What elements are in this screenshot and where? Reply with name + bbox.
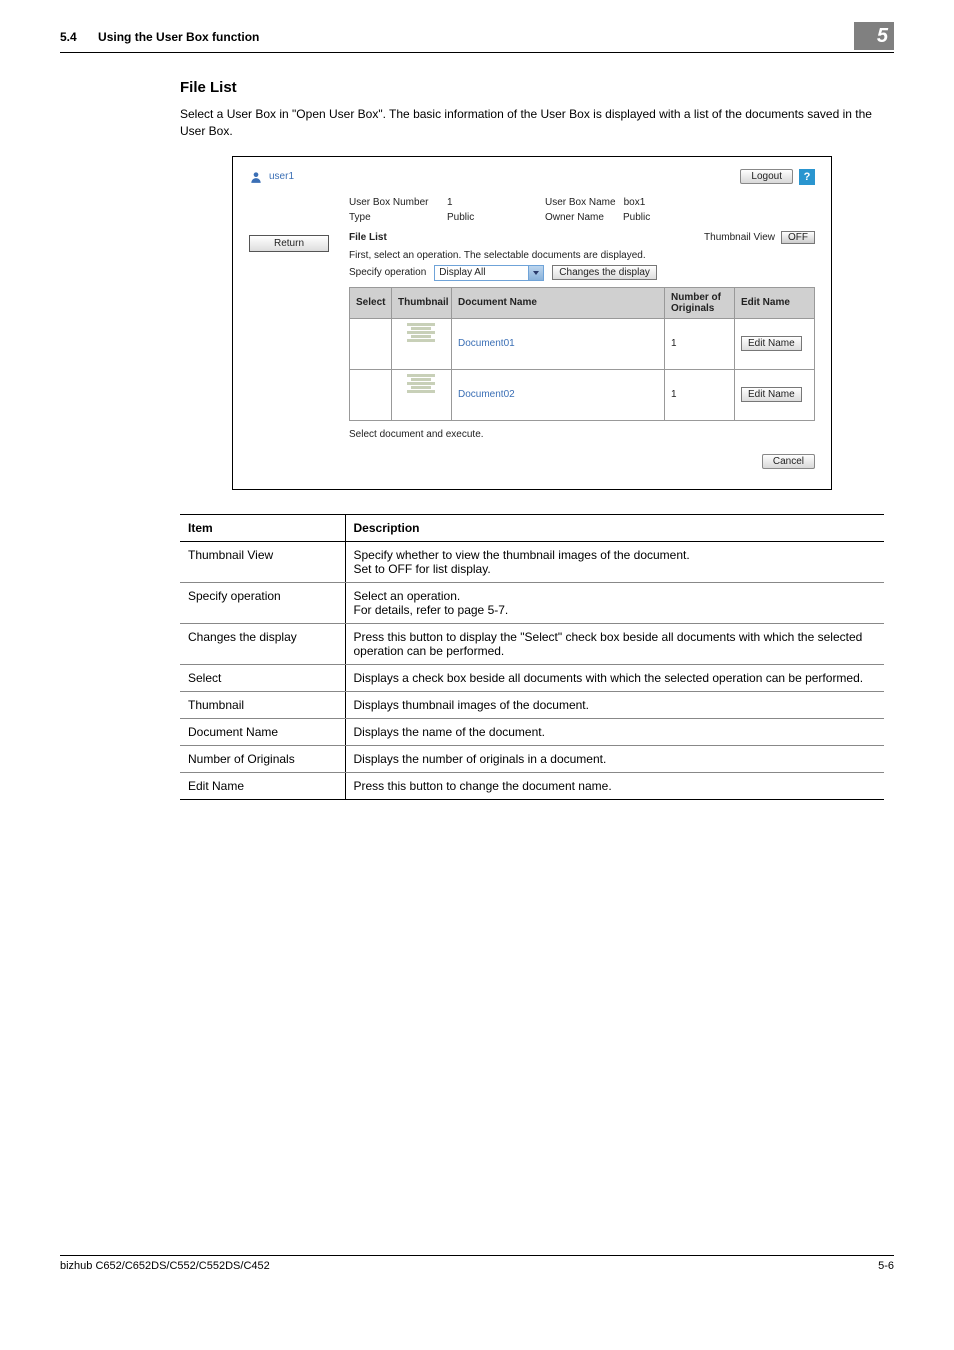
table-row: Document01 1 Edit Name	[350, 318, 815, 369]
desc-text: Specify whether to view the thumbnail im…	[345, 541, 884, 582]
cancel-button[interactable]: Cancel	[762, 454, 815, 469]
boxname-label: User Box Name	[545, 197, 616, 208]
desc-row: Edit NamePress this button to change the…	[180, 772, 884, 799]
boxnum-label: User Box Number	[349, 197, 439, 208]
chevron-down-icon	[533, 271, 539, 275]
section-title: Using the User Box function	[98, 30, 259, 44]
specify-operation-label: Specify operation	[349, 267, 426, 278]
col-edit-name: Edit Name	[735, 287, 815, 318]
desc-text: Displays thumbnail images of the documen…	[345, 691, 884, 718]
help-icon[interactable]: ?	[799, 169, 815, 185]
desc-item: Specify operation	[180, 582, 345, 623]
select-execute-note: Select document and execute.	[349, 429, 815, 440]
desc-head-description: Description	[345, 514, 884, 541]
changes-display-button[interactable]: Changes the display	[552, 265, 657, 280]
desc-text: Displays the name of the document.	[345, 718, 884, 745]
first-select-note: First, select an operation. The selectab…	[349, 250, 815, 261]
desc-row: Number of OriginalsDisplays the number o…	[180, 745, 884, 772]
edit-name-button[interactable]: Edit Name	[741, 387, 802, 402]
type-label: Type	[349, 212, 439, 223]
documents-table: Select Thumbnail Document Name Number of…	[349, 287, 815, 421]
desc-head-item: Item	[180, 514, 345, 541]
boxname-value: box1	[624, 197, 714, 208]
specify-operation-select[interactable]: Display All	[434, 265, 544, 281]
logout-button[interactable]: Logout	[740, 169, 793, 184]
col-thumbnail: Thumbnail	[392, 287, 452, 318]
desc-row: ThumbnailDisplays thumbnail images of th…	[180, 691, 884, 718]
owner-value: Public	[623, 212, 713, 223]
chapter-badge: 5	[854, 22, 894, 50]
desc-item: Thumbnail	[180, 691, 345, 718]
return-button[interactable]: Return	[249, 235, 329, 252]
table-row: Document02 1 Edit Name	[350, 369, 815, 420]
user-icon	[249, 170, 263, 184]
col-select: Select	[350, 287, 392, 318]
desc-text: Displays the number of originals in a do…	[345, 745, 884, 772]
desc-item: Changes the display	[180, 623, 345, 664]
footer-model: bizhub C652/C652DS/C552/C552DS/C452	[60, 1260, 270, 1272]
desc-text: Select an operation. For details, refer …	[345, 582, 884, 623]
thumbnail-image	[398, 323, 444, 365]
desc-item: Document Name	[180, 718, 345, 745]
document-name-link[interactable]: Document02	[458, 389, 515, 400]
edit-name-button[interactable]: Edit Name	[741, 336, 802, 351]
screenshot-panel: user1 Logout ? Return User Box Number 1 …	[232, 156, 832, 490]
desc-item: Number of Originals	[180, 745, 345, 772]
document-name-link[interactable]: Document01	[458, 338, 515, 349]
section-header: 5.4 Using the User Box function	[60, 30, 854, 44]
thumbnail-image	[398, 374, 444, 416]
table-header-row: Select Thumbnail Document Name Number of…	[350, 287, 815, 318]
desc-text: Displays a check box beside all document…	[345, 664, 884, 691]
intro-paragraph: Select a User Box in "Open User Box". Th…	[180, 106, 884, 140]
col-num-originals: Number of Originals	[665, 287, 735, 318]
file-list-label: File List	[349, 232, 387, 243]
running-header: 5.4 Using the User Box function 5	[60, 30, 894, 53]
desc-item: Thumbnail View	[180, 541, 345, 582]
type-value: Public	[447, 212, 537, 223]
desc-text: Press this button to display the "Select…	[345, 623, 884, 664]
thumbnail-view-toggle[interactable]: OFF	[781, 231, 815, 244]
desc-row: Changes the displayPress this button to …	[180, 623, 884, 664]
desc-row: SelectDisplays a check box beside all do…	[180, 664, 884, 691]
section-number: 5.4	[60, 30, 77, 44]
desc-row: Specify operationSelect an operation. Fo…	[180, 582, 884, 623]
page-footer: bizhub C652/C652DS/C552/C552DS/C452 5-6	[60, 1255, 894, 1272]
desc-item: Select	[180, 664, 345, 691]
owner-label: Owner Name	[545, 212, 615, 223]
description-table: Item Description Thumbnail ViewSpecify w…	[180, 514, 884, 800]
username-label: user1	[269, 171, 294, 182]
col-document-name: Document Name	[452, 287, 665, 318]
desc-item: Edit Name	[180, 772, 345, 799]
desc-text: Press this button to change the document…	[345, 772, 884, 799]
footer-page: 5-6	[878, 1260, 894, 1272]
specify-operation-value: Display All	[439, 267, 485, 278]
boxnum-value: 1	[447, 197, 537, 208]
heading-file-list: File List	[180, 79, 884, 96]
desc-row: Document NameDisplays the name of the do…	[180, 718, 884, 745]
desc-row: Thumbnail ViewSpecify whether to view th…	[180, 541, 884, 582]
num-originals-value: 1	[665, 318, 735, 369]
num-originals-value: 1	[665, 369, 735, 420]
thumbnail-view-label: Thumbnail View	[704, 232, 775, 243]
